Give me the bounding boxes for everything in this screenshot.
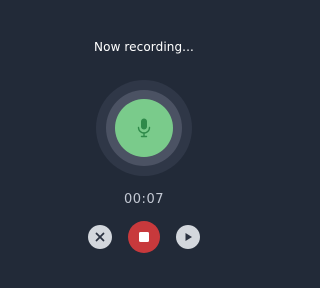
mic-indicator <box>115 99 173 157</box>
stop-button[interactable] <box>128 221 160 253</box>
microphone-icon <box>137 118 151 138</box>
close-icon <box>95 232 105 242</box>
play-button[interactable] <box>176 225 200 249</box>
voice-recorder: Now recording... 00:07 <box>0 0 288 288</box>
recording-timer: 00:07 <box>124 192 164 207</box>
cancel-button[interactable] <box>88 225 112 249</box>
play-icon <box>185 233 192 241</box>
recording-status: Now recording... <box>94 40 194 54</box>
stop-icon <box>139 232 149 242</box>
